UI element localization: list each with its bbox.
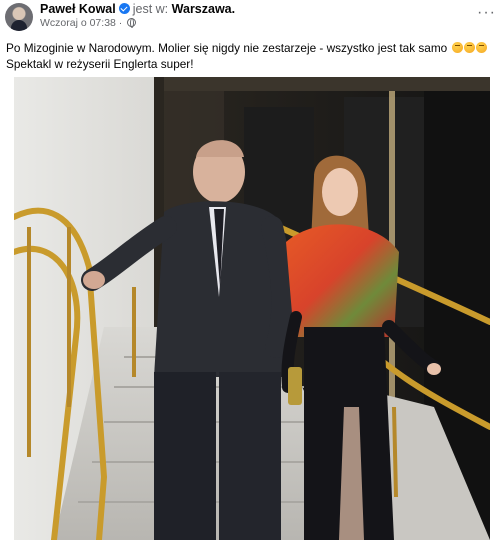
post-meta: Wczoraj o 07:38 ·	[40, 17, 137, 30]
post-text-line-1: Po Mizoginie w Narodowym. Molier się nig…	[6, 41, 448, 55]
author-name[interactable]: Paweł Kowal	[40, 2, 116, 16]
post-header: Paweł Kowal jest w: Warszawa. Wczoraj o 0…	[0, 0, 504, 34]
ellipsis-icon[interactable]: ···	[477, 5, 496, 21]
meta-separator: ·	[118, 17, 123, 29]
verified-badge-icon	[118, 3, 130, 14]
grimacing-face-emoji-icon	[475, 42, 487, 53]
photo-illustration	[14, 77, 490, 540]
post-text-line: Po Mizoginie w Narodowym. Molier się nig…	[6, 40, 500, 56]
author-line: Paweł Kowal jest w: Warszawa.	[40, 2, 235, 17]
location-prefix: jest w:	[132, 2, 169, 16]
post-timestamp[interactable]: Wczoraj o 07:38	[40, 17, 116, 29]
post-photo[interactable]	[14, 77, 490, 540]
location-link[interactable]: Warszawa.	[172, 2, 235, 16]
post-text: Po Mizoginie w Narodowym. Molier się nig…	[6, 40, 500, 72]
avatar[interactable]	[5, 3, 33, 31]
grimacing-face-emoji-icon	[451, 42, 463, 53]
post-text-line-2: Spektakl w reżyserii Englerta super!	[6, 57, 194, 71]
globe-icon[interactable]	[127, 18, 137, 28]
grimacing-face-emoji-icon	[463, 42, 475, 53]
post-text-line: Spektakl w reżyserii Englerta super!	[6, 56, 500, 72]
